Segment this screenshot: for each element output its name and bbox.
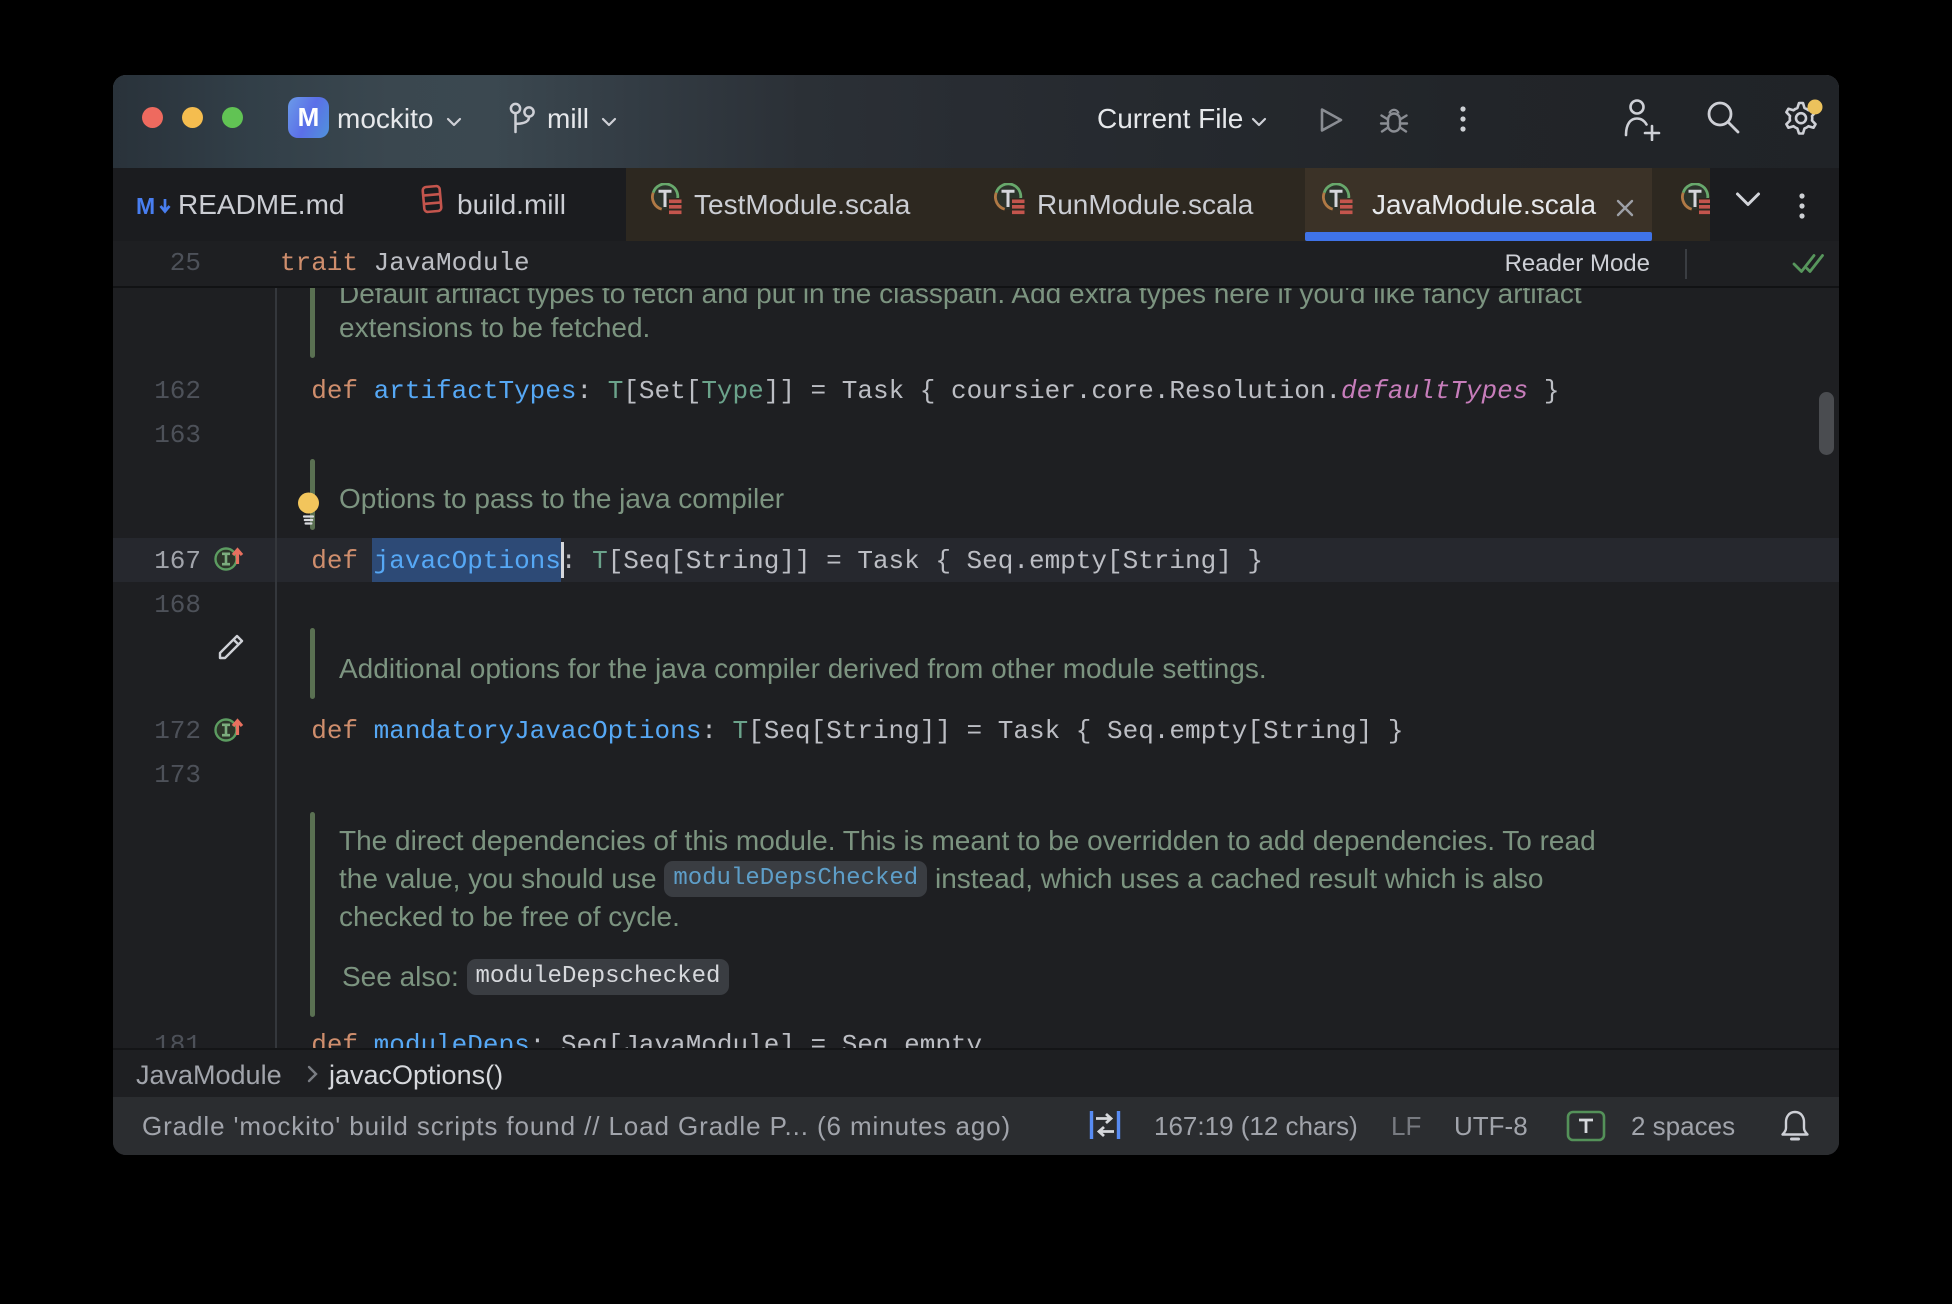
svg-text:M: M (137, 195, 155, 219)
